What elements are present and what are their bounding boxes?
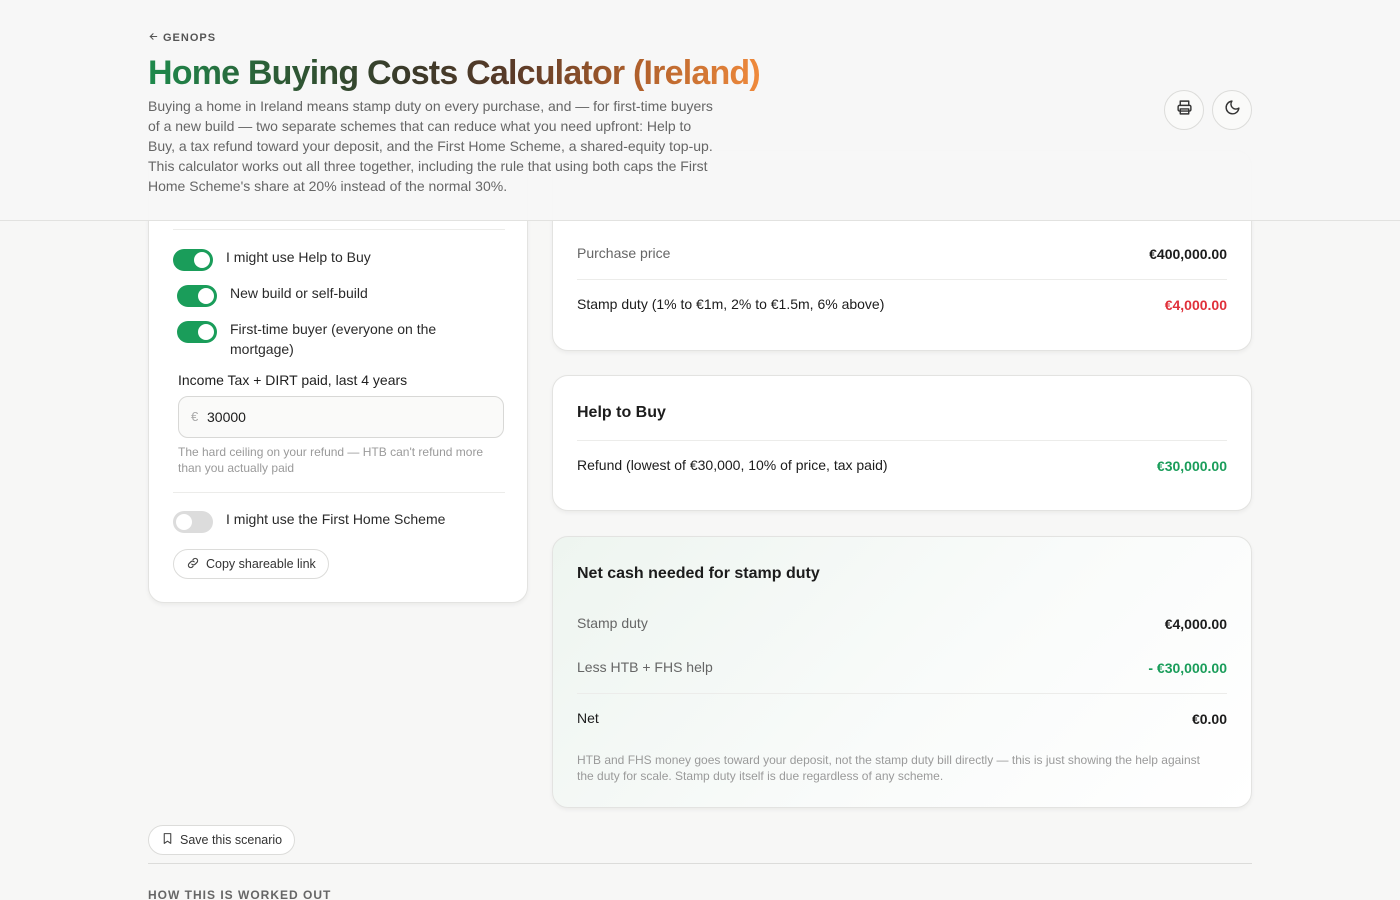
copy-link-button[interactable]: Copy shareable link	[173, 549, 329, 579]
print-button[interactable]	[1164, 90, 1204, 130]
page-header: GENOPS Home Buying Costs Calculator (Ire…	[0, 0, 1400, 221]
tax-paid-input[interactable]	[207, 397, 497, 437]
page-intro: Buying a home in Ireland means stamp dut…	[148, 98, 713, 194]
less-help-label: Less HTB + FHS help	[577, 659, 713, 675]
net-cash-title: Net cash needed for stamp duty	[577, 565, 820, 582]
purchase-price-label: Purchase price	[577, 245, 671, 261]
euro-symbol: €	[191, 409, 199, 424]
first-home-scheme-label: I might use the First Home Scheme	[226, 511, 446, 527]
theme-toggle-button[interactable]	[1212, 90, 1252, 130]
first-time-buyer-toggle[interactable]	[177, 321, 217, 343]
less-help-value: - €30,000.00	[1148, 660, 1227, 676]
first-home-scheme-toggle[interactable]	[173, 511, 213, 533]
first-time-buyer-label: First-time buyer (everyone on the mortga…	[230, 321, 437, 357]
divider	[173, 492, 505, 493]
divider	[173, 229, 505, 230]
save-scenario-button[interactable]: Save this scenario	[148, 825, 296, 855]
stamp-duty-value: €4,000.00	[1164, 297, 1227, 313]
moon-icon	[1224, 99, 1241, 121]
tax-paid-field: €	[178, 396, 504, 438]
new-build-toggle[interactable]	[177, 285, 217, 307]
arrow-left-icon	[148, 31, 159, 45]
new-build-label: New build or self-build	[230, 285, 368, 301]
page-title: Home Buying Costs Calculator (Ireland)	[148, 54, 761, 92]
net-stamp-duty-value: €4,000.00	[1164, 616, 1227, 632]
help-to-buy-title: Help to Buy	[577, 404, 666, 421]
divider	[577, 279, 1227, 280]
divider	[577, 693, 1227, 694]
stamp-duty-label: Stamp duty (1% to €1m, 2% to €1.5m, 6% a…	[577, 296, 885, 312]
tax-paid-label: Income Tax + DIRT paid, last 4 years	[178, 372, 408, 388]
net-cash-card: Net cash needed for stamp duty Stamp dut…	[552, 536, 1252, 808]
refund-value: €30,000.00	[1156, 458, 1227, 474]
help-to-buy-toggle[interactable]	[173, 249, 213, 271]
net-cash-note: HTB and FHS money goes toward your depos…	[577, 753, 1200, 783]
save-scenario-label: Save this scenario	[180, 833, 283, 847]
tax-paid-hint: The hard ceiling on your refund — HTB ca…	[178, 445, 484, 475]
link-icon	[186, 556, 200, 573]
copy-link-label: Copy shareable link	[206, 557, 316, 571]
divider	[577, 440, 1227, 441]
bookmark-icon	[161, 832, 174, 848]
refund-label: Refund (lowest of €30,000, 10% of price,…	[577, 457, 888, 473]
net-value: €0.00	[1191, 711, 1227, 727]
back-link[interactable]: GENOPS	[148, 31, 216, 45]
net-label: Net	[577, 710, 599, 726]
help-to-buy-label: I might use Help to Buy	[226, 249, 371, 265]
purchase-price-value: €400,000.00	[1149, 246, 1227, 262]
back-link-label: GENOPS	[163, 32, 217, 44]
printer-icon	[1176, 99, 1193, 121]
help-to-buy-card: Help to Buy Refund (lowest of €30,000, 1…	[552, 375, 1252, 511]
section-divider	[148, 863, 1252, 864]
how-worked-out-heading: HOW THIS IS WORKED OUT	[148, 888, 332, 900]
net-stamp-duty-label: Stamp duty	[577, 615, 648, 631]
